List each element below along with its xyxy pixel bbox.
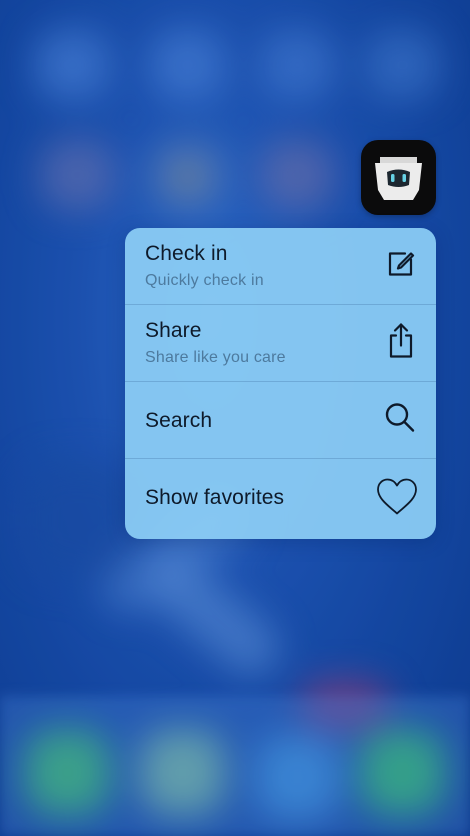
heart-icon (376, 478, 418, 521)
search-icon (384, 402, 416, 439)
quick-action-subtitle: Share like you care (145, 349, 286, 366)
quick-actions-menu: Check in Quickly check in Share Share li… (125, 228, 436, 539)
quick-action-subtitle: Quickly check in (145, 272, 264, 289)
quick-action-search[interactable]: Search (125, 382, 436, 459)
quick-action-share[interactable]: Share Share like you care (125, 305, 436, 382)
share-icon (386, 323, 416, 364)
quick-action-title: Search (145, 409, 213, 432)
compose-icon (386, 249, 416, 284)
quick-action-title: Show favorites (145, 486, 285, 509)
quick-action-show-favorites[interactable]: Show favorites (125, 459, 436, 539)
quick-action-check-in[interactable]: Check in Quickly check in (125, 228, 436, 305)
home-screen: Check in Quickly check in Share Share li… (0, 0, 470, 836)
robot-helmet-icon (375, 157, 422, 200)
app-icon[interactable] (361, 140, 436, 215)
quick-action-title: Check in (145, 242, 228, 265)
quick-action-title: Share (145, 319, 202, 342)
